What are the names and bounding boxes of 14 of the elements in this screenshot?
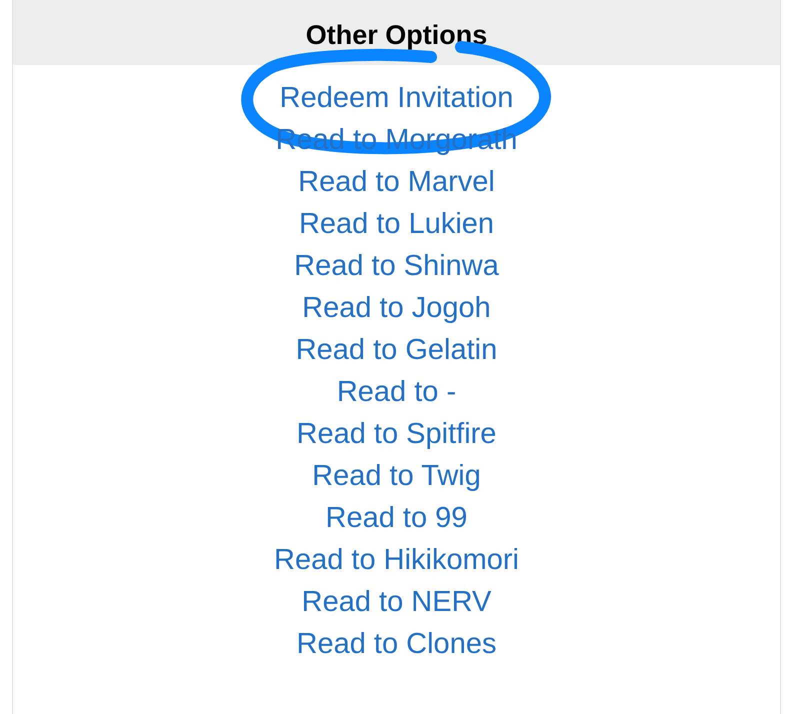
option-link[interactable]: Read to 99 xyxy=(326,497,468,539)
option-link[interactable]: Read to Gelatin xyxy=(296,329,498,371)
option-link[interactable]: Read to Clones xyxy=(296,623,496,665)
option-link[interactable]: Read to Marvel xyxy=(298,161,495,203)
option-link[interactable]: Read to - xyxy=(336,371,456,413)
option-link[interactable]: Read to NERV xyxy=(302,581,492,623)
panel-title: Other Options xyxy=(306,18,488,50)
option-link[interactable]: Read to Lukien xyxy=(298,203,494,245)
option-link[interactable]: Read to Jogoh xyxy=(302,287,491,329)
option-link[interactable]: Read to Twig xyxy=(312,455,481,497)
option-link[interactable]: Read to Hikikomori xyxy=(274,539,519,581)
option-link[interactable]: Read to Spitfire xyxy=(296,413,496,455)
option-link[interactable]: Read to Shinwa xyxy=(294,245,499,287)
option-link[interactable]: Redeem Invitation xyxy=(280,77,514,119)
